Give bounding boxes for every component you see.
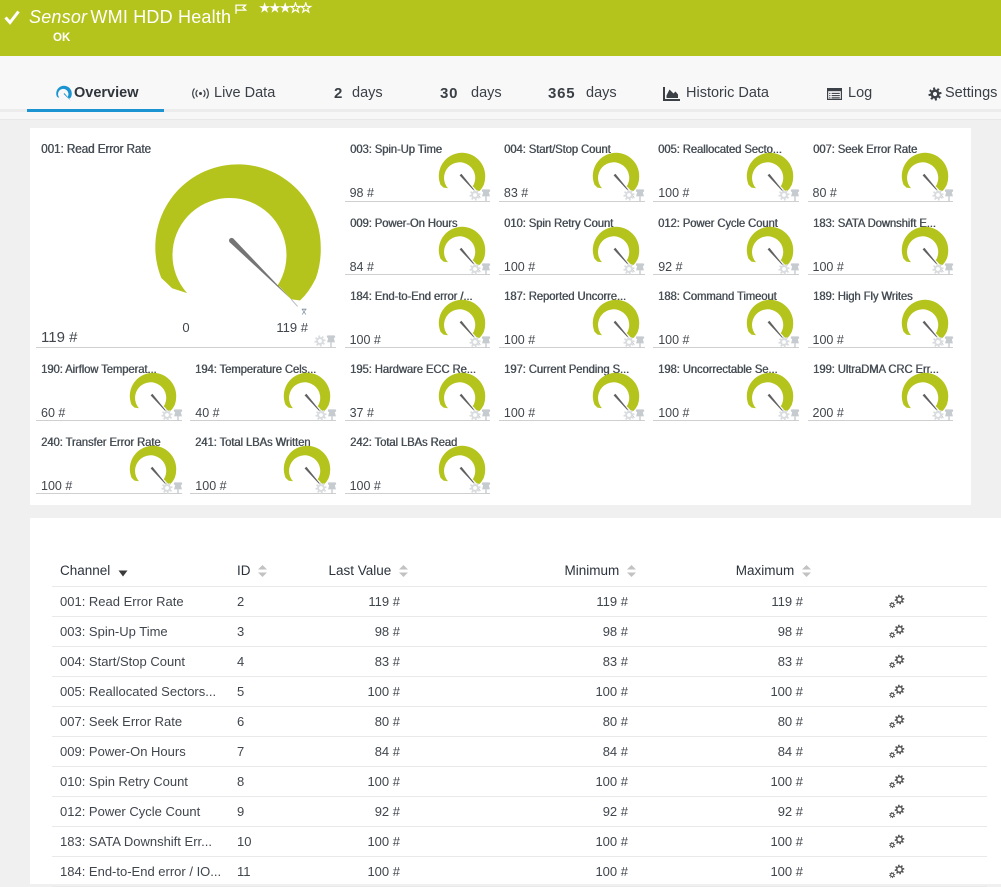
svg-text:x: x xyxy=(302,307,307,318)
